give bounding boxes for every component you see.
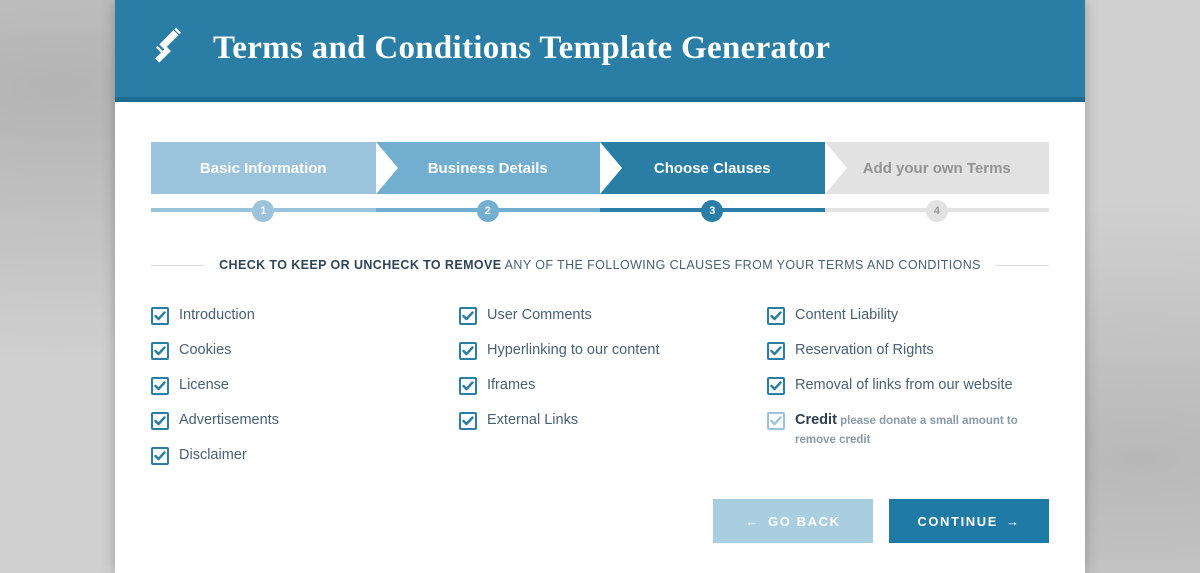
clause-label: Iframes	[487, 376, 535, 395]
clause-label: Cookies	[179, 341, 231, 360]
body: Basic Information Business Details Choos…	[115, 102, 1085, 573]
clause-item[interactable]: Iframes	[459, 376, 741, 395]
arrow-left-icon: ←	[745, 514, 760, 529]
clause-label: Advertisements	[179, 411, 279, 430]
checkbox-icon[interactable]	[151, 377, 169, 395]
checkbox-icon[interactable]	[767, 377, 785, 395]
clause-item[interactable]: Introduction	[151, 306, 433, 325]
header: Terms and Conditions Template Generator	[115, 0, 1085, 102]
clause-note: please donate a small amount to remove c…	[795, 415, 1018, 446]
clause-item[interactable]: Removal of links from our website	[767, 376, 1049, 395]
checkbox-icon[interactable]	[151, 447, 169, 465]
instruction-text: CHECK TO KEEP OR UNCHECK TO REMOVE ANY O…	[151, 258, 1049, 272]
clause-label: License	[179, 376, 229, 395]
clause-column: Introduction Cookies License Advertisements…	[151, 306, 433, 481]
step-dots: 1 2 3 4	[151, 200, 1049, 222]
checkbox-icon[interactable]	[459, 342, 477, 360]
clause-label: Introduction	[179, 306, 255, 325]
step-business-details[interactable]: Business Details	[376, 142, 601, 194]
checkbox-icon[interactable]	[151, 307, 169, 325]
clause-item[interactable]: Hyperlinking to our content	[459, 341, 741, 360]
clause-item[interactable]: Disclaimer	[151, 446, 433, 465]
clause-item[interactable]: Credit please donate a small amount to r…	[767, 411, 1049, 449]
clause-label: Credit please donate a small amount to r…	[795, 411, 1049, 449]
arrow-right-icon: →	[1006, 514, 1021, 529]
step-dot: 1	[252, 200, 274, 222]
button-label: GO BACK	[768, 514, 841, 529]
checkbox-icon[interactable]	[459, 377, 477, 395]
checkbox-icon[interactable]	[459, 412, 477, 430]
step-basic-information[interactable]: Basic Information	[151, 142, 376, 194]
step-choose-clauses[interactable]: Choose Clauses	[600, 142, 825, 194]
step-add-own-terms[interactable]: Add your own Terms	[825, 142, 1050, 194]
gavel-icon	[151, 26, 191, 71]
clause-label: Hyperlinking to our content	[487, 341, 660, 360]
button-label: CONTINUE	[917, 514, 998, 529]
checkbox-icon[interactable]	[767, 342, 785, 360]
stepper: Basic Information Business Details Choos…	[151, 142, 1049, 194]
checkbox-icon[interactable]	[151, 412, 169, 430]
actions: ← GO BACK CONTINUE →	[151, 499, 1049, 543]
clause-label: Content Liability	[795, 306, 898, 325]
step-label: Choose Clauses	[654, 160, 771, 177]
checkbox-icon[interactable]	[767, 412, 785, 430]
clause-item[interactable]: User Comments	[459, 306, 741, 325]
checkbox-icon[interactable]	[151, 342, 169, 360]
clause-column: User Comments Hyperlinking to our content…	[459, 306, 741, 481]
page-title: Terms and Conditions Template Generator	[213, 30, 830, 67]
step-label: Add your own Terms	[863, 160, 1011, 177]
go-back-button[interactable]: ← GO BACK	[713, 499, 873, 543]
clause-label: Disclaimer	[179, 446, 247, 465]
checkbox-icon[interactable]	[459, 307, 477, 325]
clause-item[interactable]: External Links	[459, 411, 741, 430]
clauses-grid: Introduction Cookies License Advertisements…	[151, 306, 1049, 481]
clause-label: User Comments	[487, 306, 592, 325]
clause-item[interactable]: Reservation of Rights	[767, 341, 1049, 360]
continue-button[interactable]: CONTINUE →	[889, 499, 1049, 543]
clause-item[interactable]: Content Liability	[767, 306, 1049, 325]
clause-column: Content Liability Reservation of Rights Re…	[767, 306, 1049, 481]
step-label: Basic Information	[200, 160, 327, 177]
step-dot: 2	[477, 200, 499, 222]
step-dot: 3	[701, 200, 723, 222]
instruction-strong: CHECK TO KEEP OR UNCHECK TO REMOVE	[219, 258, 501, 272]
clause-label: External Links	[487, 411, 578, 430]
step-dot: 4	[926, 200, 948, 222]
clause-label: Reservation of Rights	[795, 341, 934, 360]
clause-label: Removal of links from our website	[795, 376, 1013, 395]
checkbox-icon[interactable]	[767, 307, 785, 325]
clause-item[interactable]: Cookies	[151, 341, 433, 360]
clause-item[interactable]: Advertisements	[151, 411, 433, 430]
generator-card: Terms and Conditions Template Generator …	[115, 0, 1085, 573]
step-label: Business Details	[428, 160, 548, 177]
clause-item[interactable]: License	[151, 376, 433, 395]
instruction-rest: ANY OF THE FOLLOWING CLAUSES FROM YOUR T…	[502, 258, 981, 272]
